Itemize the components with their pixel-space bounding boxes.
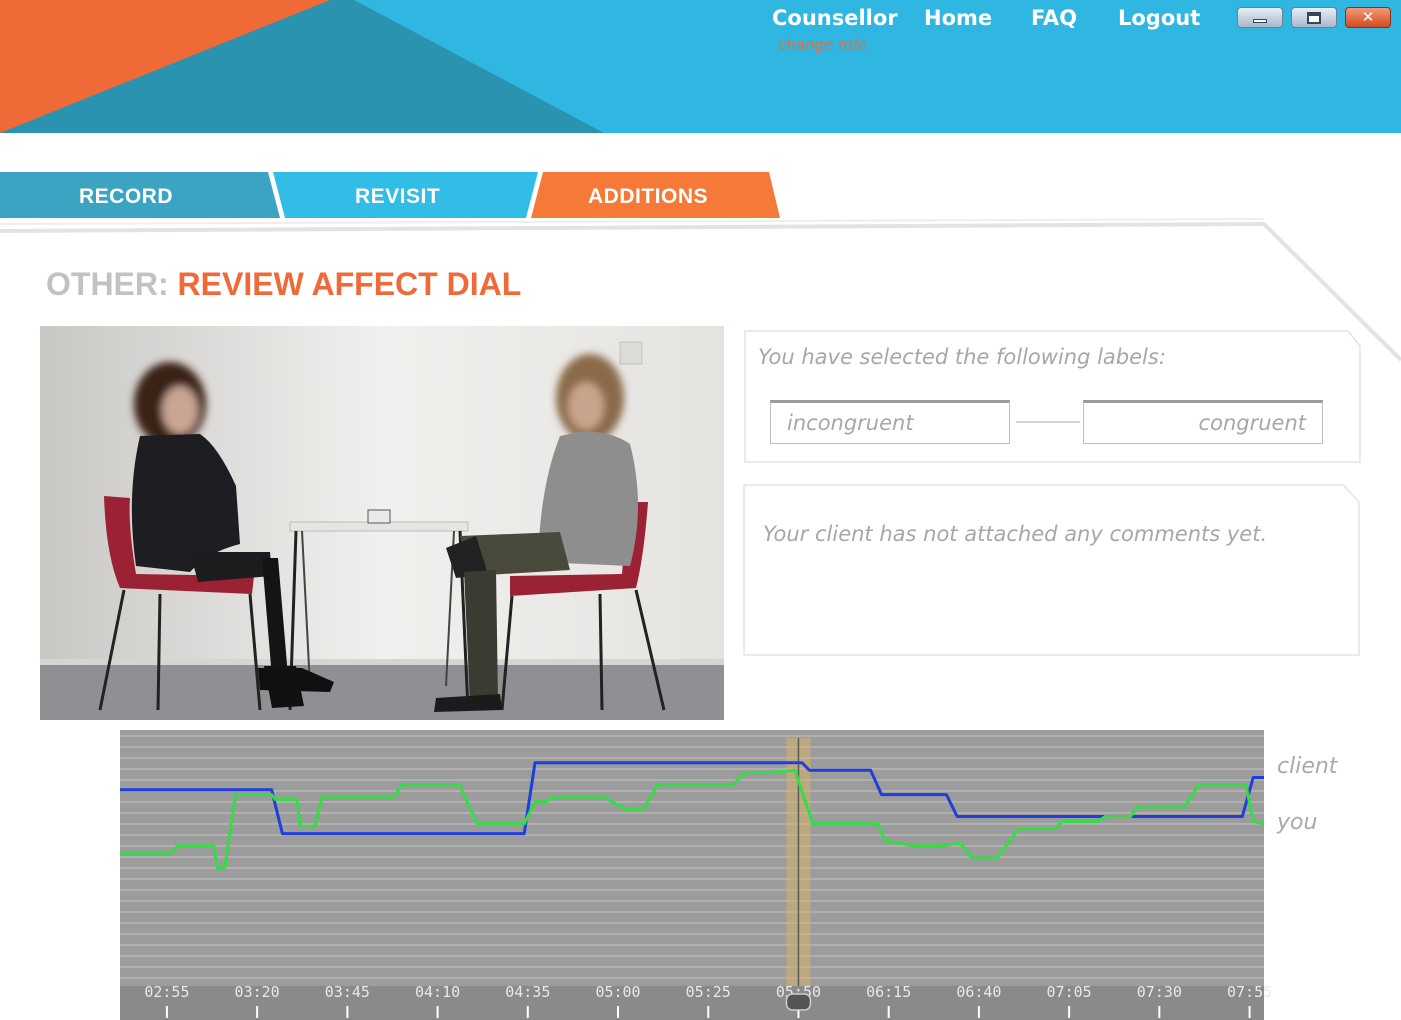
client-comments-panel: Your client has not attached any comment… bbox=[743, 484, 1361, 657]
playhead-handle[interactable] bbox=[785, 993, 812, 1011]
x-tick-label: 06:40 bbox=[956, 983, 1001, 1001]
window-maximize-button[interactable] bbox=[1291, 7, 1337, 28]
tab-record[interactable]: RECORD bbox=[79, 185, 173, 209]
change-role-link[interactable]: change role bbox=[778, 36, 867, 54]
window-minimize-button[interactable] bbox=[1237, 7, 1283, 28]
session-video[interactable] bbox=[40, 326, 724, 720]
label-connector bbox=[1016, 421, 1080, 423]
label-incongruent: incongruent bbox=[770, 400, 1010, 444]
window-close-button[interactable]: ✕ bbox=[1345, 7, 1391, 28]
main-tabs: RECORD REVISIT ADDITIONS bbox=[0, 172, 800, 218]
x-tick-label: 07:05 bbox=[1047, 983, 1092, 1001]
header-banner: Counsellor change role Home FAQ Logout ✕ bbox=[0, 0, 1401, 133]
selected-labels-heading: You have selected the following labels: bbox=[758, 345, 1166, 369]
tab-revisit[interactable]: REVISIT bbox=[355, 185, 440, 209]
nav-faq-link[interactable]: FAQ bbox=[1031, 6, 1077, 30]
selected-labels-panel: You have selected the following labels: … bbox=[744, 330, 1362, 464]
tab-additions[interactable]: ADDITIONS bbox=[588, 185, 708, 209]
page-title-main: REVIEW AFFECT DIAL bbox=[177, 266, 522, 302]
legend-you-label: you bbox=[1277, 810, 1318, 835]
affect-dial-chart[interactable]: 02:55 03:20 03:45 04:10 04:35 05:00 05:25 05:50… bbox=[0, 730, 1401, 1020]
x-tick-label: 04:35 bbox=[505, 983, 550, 1001]
chart-plot-area bbox=[120, 730, 1264, 1017]
x-tick-label: 04:10 bbox=[415, 983, 460, 1001]
x-tick-label: 03:20 bbox=[235, 983, 280, 1001]
close-icon: ✕ bbox=[1361, 8, 1375, 26]
legend-client-label: client bbox=[1277, 754, 1338, 779]
x-tick-label: 03:45 bbox=[325, 983, 370, 1001]
x-tick-label: 06:15 bbox=[866, 983, 911, 1001]
client-comments-message: Your client has not attached any comment… bbox=[763, 522, 1268, 546]
x-tick-label: 02:55 bbox=[144, 983, 189, 1001]
x-tick-label: 05:00 bbox=[595, 983, 640, 1001]
x-tick-label: 07:30 bbox=[1137, 983, 1182, 1001]
x-tick-label: 05:25 bbox=[686, 983, 731, 1001]
nav-home-link[interactable]: Home bbox=[924, 6, 992, 30]
label-congruent: congruent bbox=[1083, 400, 1323, 444]
minimize-icon bbox=[1253, 18, 1267, 23]
page-title-prefix: OTHER: bbox=[46, 266, 169, 302]
maximize-icon bbox=[1307, 11, 1321, 24]
role-label: Counsellor bbox=[772, 6, 898, 30]
nav-logout-link[interactable]: Logout bbox=[1118, 6, 1200, 30]
page-title: OTHER: REVIEW AFFECT DIAL bbox=[46, 266, 521, 303]
x-tick-label: 07:55 bbox=[1227, 983, 1272, 1001]
client-comments-panel-frame bbox=[743, 484, 1360, 656]
